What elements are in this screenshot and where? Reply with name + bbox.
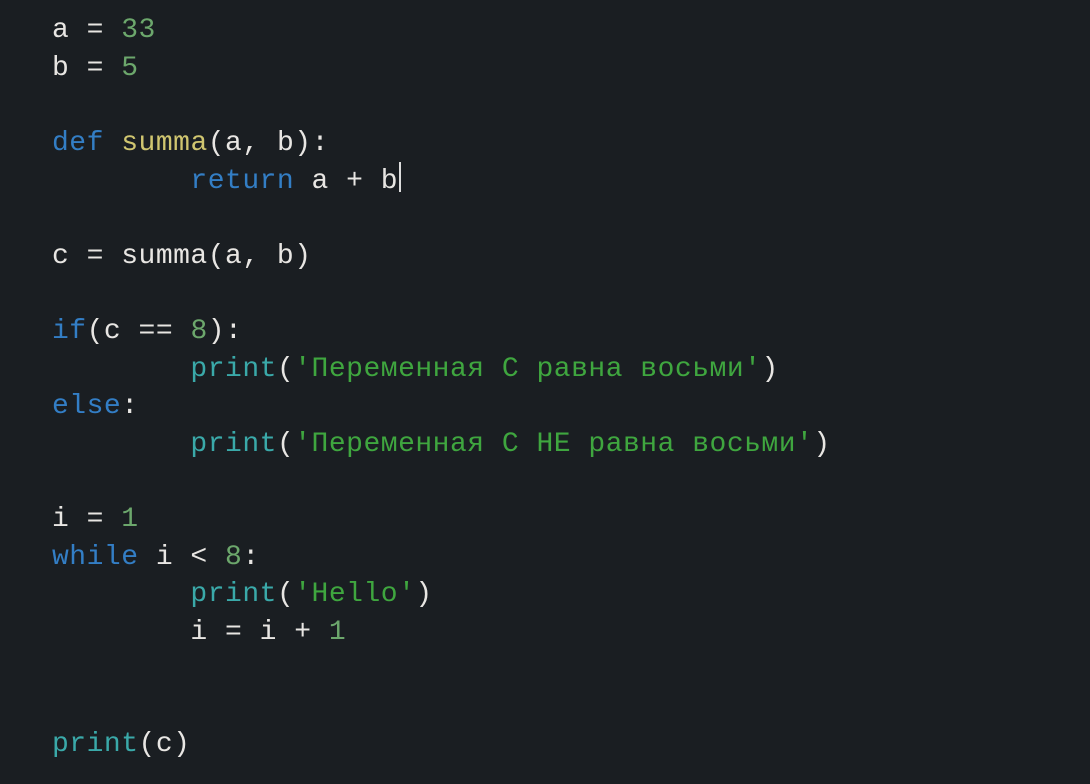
code-token: ) [813, 429, 830, 460]
code-line: b = 5 [52, 53, 139, 84]
code-line: c = summa(a, b) [52, 241, 312, 272]
code-token: 5 [121, 53, 138, 84]
code-token: def [52, 128, 104, 159]
code-line: if(c == 8): [52, 316, 242, 347]
code-token [52, 579, 190, 610]
code-line: print(c) [52, 729, 190, 760]
code-line: while i < 8: [52, 542, 260, 573]
text-cursor [399, 162, 401, 191]
code-token: 'Переменная С равна восьми' [294, 354, 761, 385]
code-token: ) [761, 354, 778, 385]
code-token: : [242, 542, 259, 573]
code-token: (c) [139, 729, 191, 760]
code-token: print [190, 579, 277, 610]
code-line: a = 33 [52, 15, 156, 46]
code-editor[interactable]: a = 33 b = 5 def summa(a, b): return a +… [0, 0, 1090, 764]
code-token: 33 [121, 15, 156, 46]
code-token [104, 128, 121, 159]
code-token [52, 354, 190, 385]
code-token: else [52, 391, 121, 422]
code-line: print('Переменная С равна восьми') [52, 354, 779, 385]
code-token: print [52, 729, 139, 760]
code-token: ( [277, 354, 294, 385]
code-token: i = [52, 504, 121, 535]
code-token: i < [139, 542, 226, 573]
code-token: 8 [190, 316, 207, 347]
code-line: i = i + 1 [52, 617, 346, 648]
code-token: ( [277, 579, 294, 610]
code-token [52, 166, 190, 197]
code-token: : [121, 391, 138, 422]
code-token: if [52, 316, 87, 347]
code-token: 'Hello' [294, 579, 415, 610]
code-token: (c == [87, 316, 191, 347]
code-token: b = [52, 53, 121, 84]
code-token: ( [277, 429, 294, 460]
code-token: a = [52, 15, 121, 46]
code-line: print('Переменная С НЕ равна восьми') [52, 429, 831, 460]
code-token: ) [415, 579, 432, 610]
code-token: 1 [329, 617, 346, 648]
code-line: def summa(a, b): [52, 128, 329, 159]
code-token: print [190, 354, 277, 385]
code-token: a + b [294, 166, 398, 197]
code-token: c = summa(a, b) [52, 241, 312, 272]
code-token: while [52, 542, 139, 573]
code-line: print('Hello') [52, 579, 433, 610]
code-line: return a + b [52, 166, 401, 197]
code-token: ): [208, 316, 243, 347]
code-token: 1 [121, 504, 138, 535]
code-token: (a, b): [208, 128, 329, 159]
code-token: 8 [225, 542, 242, 573]
code-line: i = 1 [52, 504, 139, 535]
code-token: i = i + [52, 617, 329, 648]
code-token: summa [121, 128, 208, 159]
code-line: else: [52, 391, 139, 422]
code-token: print [190, 429, 277, 460]
code-token: 'Переменная С НЕ равна восьми' [294, 429, 813, 460]
code-token: return [190, 166, 294, 197]
code-token [52, 429, 190, 460]
